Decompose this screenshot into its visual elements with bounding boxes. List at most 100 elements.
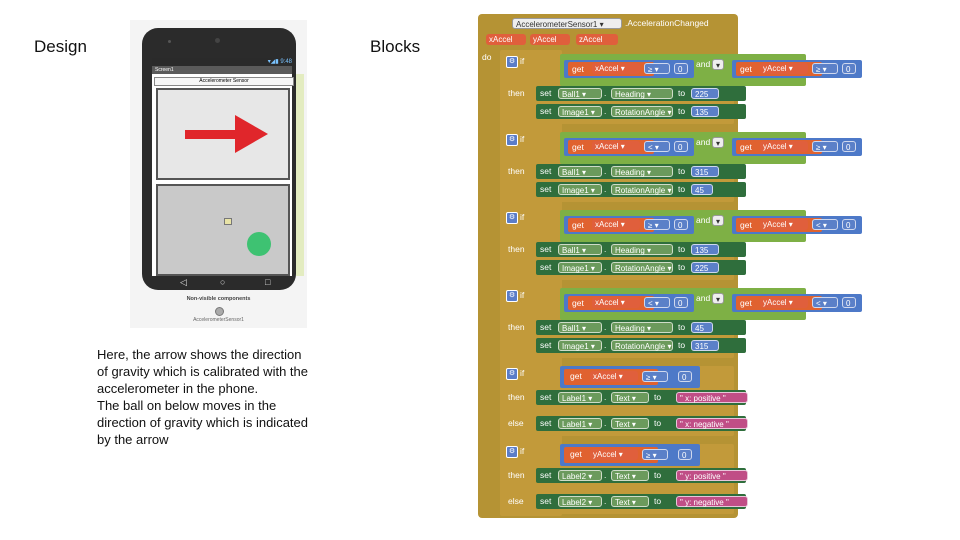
if-block-1-cond-a-value[interactable]: 0 (674, 63, 688, 74)
if-else-block-1-else-set-text[interactable]: " x: negative " (676, 418, 748, 429)
if-else-block-1-value[interactable]: 0 (678, 371, 692, 382)
if-else-block-2-op[interactable]: ≥ ▾ (642, 449, 668, 460)
if-block-4-cond-a-var[interactable]: xAccel ▾ (592, 297, 640, 308)
component-dropdown[interactable]: AccelerometerSensor1 ▾ (512, 18, 622, 29)
description-line: direction of gravity which is indicated (97, 415, 308, 430)
mutator-gear-icon[interactable]: ⚙ (506, 212, 518, 224)
if-block-4-set-1-number[interactable]: 45 (691, 322, 713, 333)
set-keyword: set (540, 340, 552, 350)
event-param-zAccel[interactable]: zAccel (576, 34, 618, 45)
if-keyword: if (520, 368, 525, 378)
if-block-3-set-2-component[interactable]: Image1 ▾ (558, 262, 602, 273)
if-else-block-1-op[interactable]: ≥ ▾ (642, 371, 668, 382)
if-block-2-set-1-number[interactable]: 315 (691, 166, 719, 177)
if-block-4-cond-a-op[interactable]: < ▾ (644, 297, 670, 308)
if-block-3-set-1-number[interactable]: 135 (691, 244, 719, 255)
if-block-3-set-2-number[interactable]: 225 (691, 262, 719, 273)
if-else-block-1-else-set-property[interactable]: Text ▾ (611, 418, 649, 429)
if-block-3-set-1-component[interactable]: Ball1 ▾ (558, 244, 602, 255)
if-block-3-cond-a-op[interactable]: ≥ ▾ (644, 219, 670, 230)
if-block-2-cond-b-op[interactable]: ≥ ▾ (812, 141, 838, 152)
if-else-block-2-else-set-component[interactable]: Label2 ▾ (558, 496, 602, 507)
if-block-3-cond-a-var[interactable]: xAccel ▾ (592, 219, 640, 230)
set-keyword: set (540, 88, 552, 98)
mutator-gear-icon[interactable]: ⚙ (506, 368, 518, 380)
mutator-gear-icon[interactable]: ⚙ (506, 56, 518, 68)
if-else-block-1-then-set-text[interactable]: " x: positive " (676, 392, 748, 403)
if-block-4-cond-a-value[interactable]: 0 (674, 297, 688, 308)
to-keyword: to (654, 470, 662, 480)
if-else-block-2-then-set-property[interactable]: Text ▾ (611, 470, 649, 481)
if-block-2-set-2-property[interactable]: RotationAngle ▾ (611, 184, 673, 195)
blocks-workspace[interactable]: AccelerometerSensor1 ▾ .AccelerationChang… (478, 14, 862, 518)
if-block-1-set-1-number[interactable]: 225 (691, 88, 719, 99)
if-block-3-cond-b-var[interactable]: yAccel ▾ (760, 219, 808, 230)
if-block-3-cond-a-value[interactable]: 0 (674, 219, 688, 230)
if-else-block-1-var[interactable]: xAccel ▾ (590, 371, 638, 382)
if-block-1-cond-a-var[interactable]: xAccel ▾ (592, 63, 640, 74)
if-block-2-set-2-number[interactable]: 45 (691, 184, 713, 195)
if-block-4-cond-b-var[interactable]: yAccel ▾ (760, 297, 808, 308)
set-keyword: set (540, 418, 552, 428)
if-block-4-set-1-property[interactable]: Heading ▾ (611, 322, 673, 333)
home-icon[interactable]: ○ (220, 277, 225, 287)
design-heading: Design (34, 37, 87, 56)
if-else-block-1-else-set-component[interactable]: Label1 ▾ (558, 418, 602, 429)
mutator-gear-icon[interactable]: ⚙ (506, 290, 518, 302)
if-else-block-2-var[interactable]: yAccel ▾ (590, 449, 638, 460)
if-block-4-set-2-property[interactable]: RotationAngle ▾ (611, 340, 673, 351)
if-block-2-cond-a-op[interactable]: < ▾ (644, 141, 670, 152)
if-else-block-1-then-set-component[interactable]: Label1 ▾ (558, 392, 602, 403)
if-block-2-cond-b-var[interactable]: yAccel ▾ (760, 141, 808, 152)
if-block-1-cond-b-op[interactable]: ≥ ▾ (812, 63, 838, 74)
then-keyword: then (508, 88, 525, 98)
description-line: accelerometer in the phone. (97, 381, 259, 396)
if-block-4-set-2-component[interactable]: Image1 ▾ (558, 340, 602, 351)
if-block-4-set-1-component[interactable]: Ball1 ▾ (558, 322, 602, 333)
if-block-3-cond-b-op[interactable]: < ▾ (812, 219, 838, 230)
and-dropdown[interactable]: ▾ (712, 293, 724, 304)
if-else-block-1-then-set-property[interactable]: Text ▾ (611, 392, 649, 403)
if-block-2-set-1-property[interactable]: Heading ▾ (611, 166, 673, 177)
if-block-2-cond-b-value[interactable]: 0 (842, 141, 856, 152)
if-block-1-cond-a-op[interactable]: ≥ ▾ (644, 63, 670, 74)
if-else-block-2-then-set-component[interactable]: Label2 ▾ (558, 470, 602, 481)
and-dropdown[interactable]: ▾ (712, 215, 724, 226)
status-time: 9:48 (280, 59, 292, 65)
if-block-3-cond-b-value[interactable]: 0 (842, 219, 856, 230)
if-block-1-set-2-property[interactable]: RotationAngle ▾ (611, 106, 673, 117)
if-keyword: if (520, 446, 525, 456)
event-param-xAccel[interactable]: xAccel (486, 34, 526, 45)
phone-screen: ▾◢▮ 9:48 Screen1 Accelerometer Sensor (152, 58, 304, 276)
back-icon[interactable]: ◁ (180, 277, 187, 288)
event-param-yAccel[interactable]: yAccel (530, 34, 570, 45)
if-block-3-set-2-property[interactable]: RotationAngle ▾ (611, 262, 673, 273)
if-else-block-2-else-set-property[interactable]: Text ▾ (611, 496, 649, 507)
if-block-4-cond-b-op[interactable]: < ▾ (812, 297, 838, 308)
if-block-1-cond-b-value[interactable]: 0 (842, 63, 856, 74)
if-else-block-2-else-set-text[interactable]: " y: negative " (676, 496, 748, 507)
if-block-2-set-1-component[interactable]: Ball1 ▾ (558, 166, 602, 177)
if-block-2-cond-a-value[interactable]: 0 (674, 141, 688, 152)
if-block-1-set-1-property[interactable]: Heading ▾ (611, 88, 673, 99)
and-dropdown[interactable]: ▾ (712, 59, 724, 70)
if-block-1-set-2-component[interactable]: Image1 ▾ (558, 106, 602, 117)
if-block-1-cond-b-var[interactable]: yAccel ▾ (760, 63, 808, 74)
dot: . (604, 184, 607, 194)
if-block-2-cond-a-var[interactable]: xAccel ▾ (592, 141, 640, 152)
recent-apps-icon[interactable]: □ (265, 277, 270, 287)
if-block-1-set-1-component[interactable]: Ball1 ▾ (558, 88, 602, 99)
mutator-gear-icon[interactable]: ⚙ (506, 134, 518, 146)
mutator-gear-icon[interactable]: ⚙ (506, 446, 518, 458)
description-line: by the arrow (97, 432, 169, 447)
if-else-block-2-value[interactable]: 0 (678, 449, 692, 460)
if-block-4-set-2-number[interactable]: 315 (691, 340, 719, 351)
and-dropdown[interactable]: ▾ (712, 137, 724, 148)
if-block-4-cond-b-value[interactable]: 0 (842, 297, 856, 308)
else-keyword: else (508, 418, 524, 428)
if-block-1-set-2-number[interactable]: 135 (691, 106, 719, 117)
if-block-2-set-2-component[interactable]: Image1 ▾ (558, 184, 602, 195)
if-block-3-set-1-property[interactable]: Heading ▾ (611, 244, 673, 255)
if-else-block-2-then-set-text[interactable]: " y: positive " (676, 470, 748, 481)
get-keyword: get (570, 371, 582, 381)
